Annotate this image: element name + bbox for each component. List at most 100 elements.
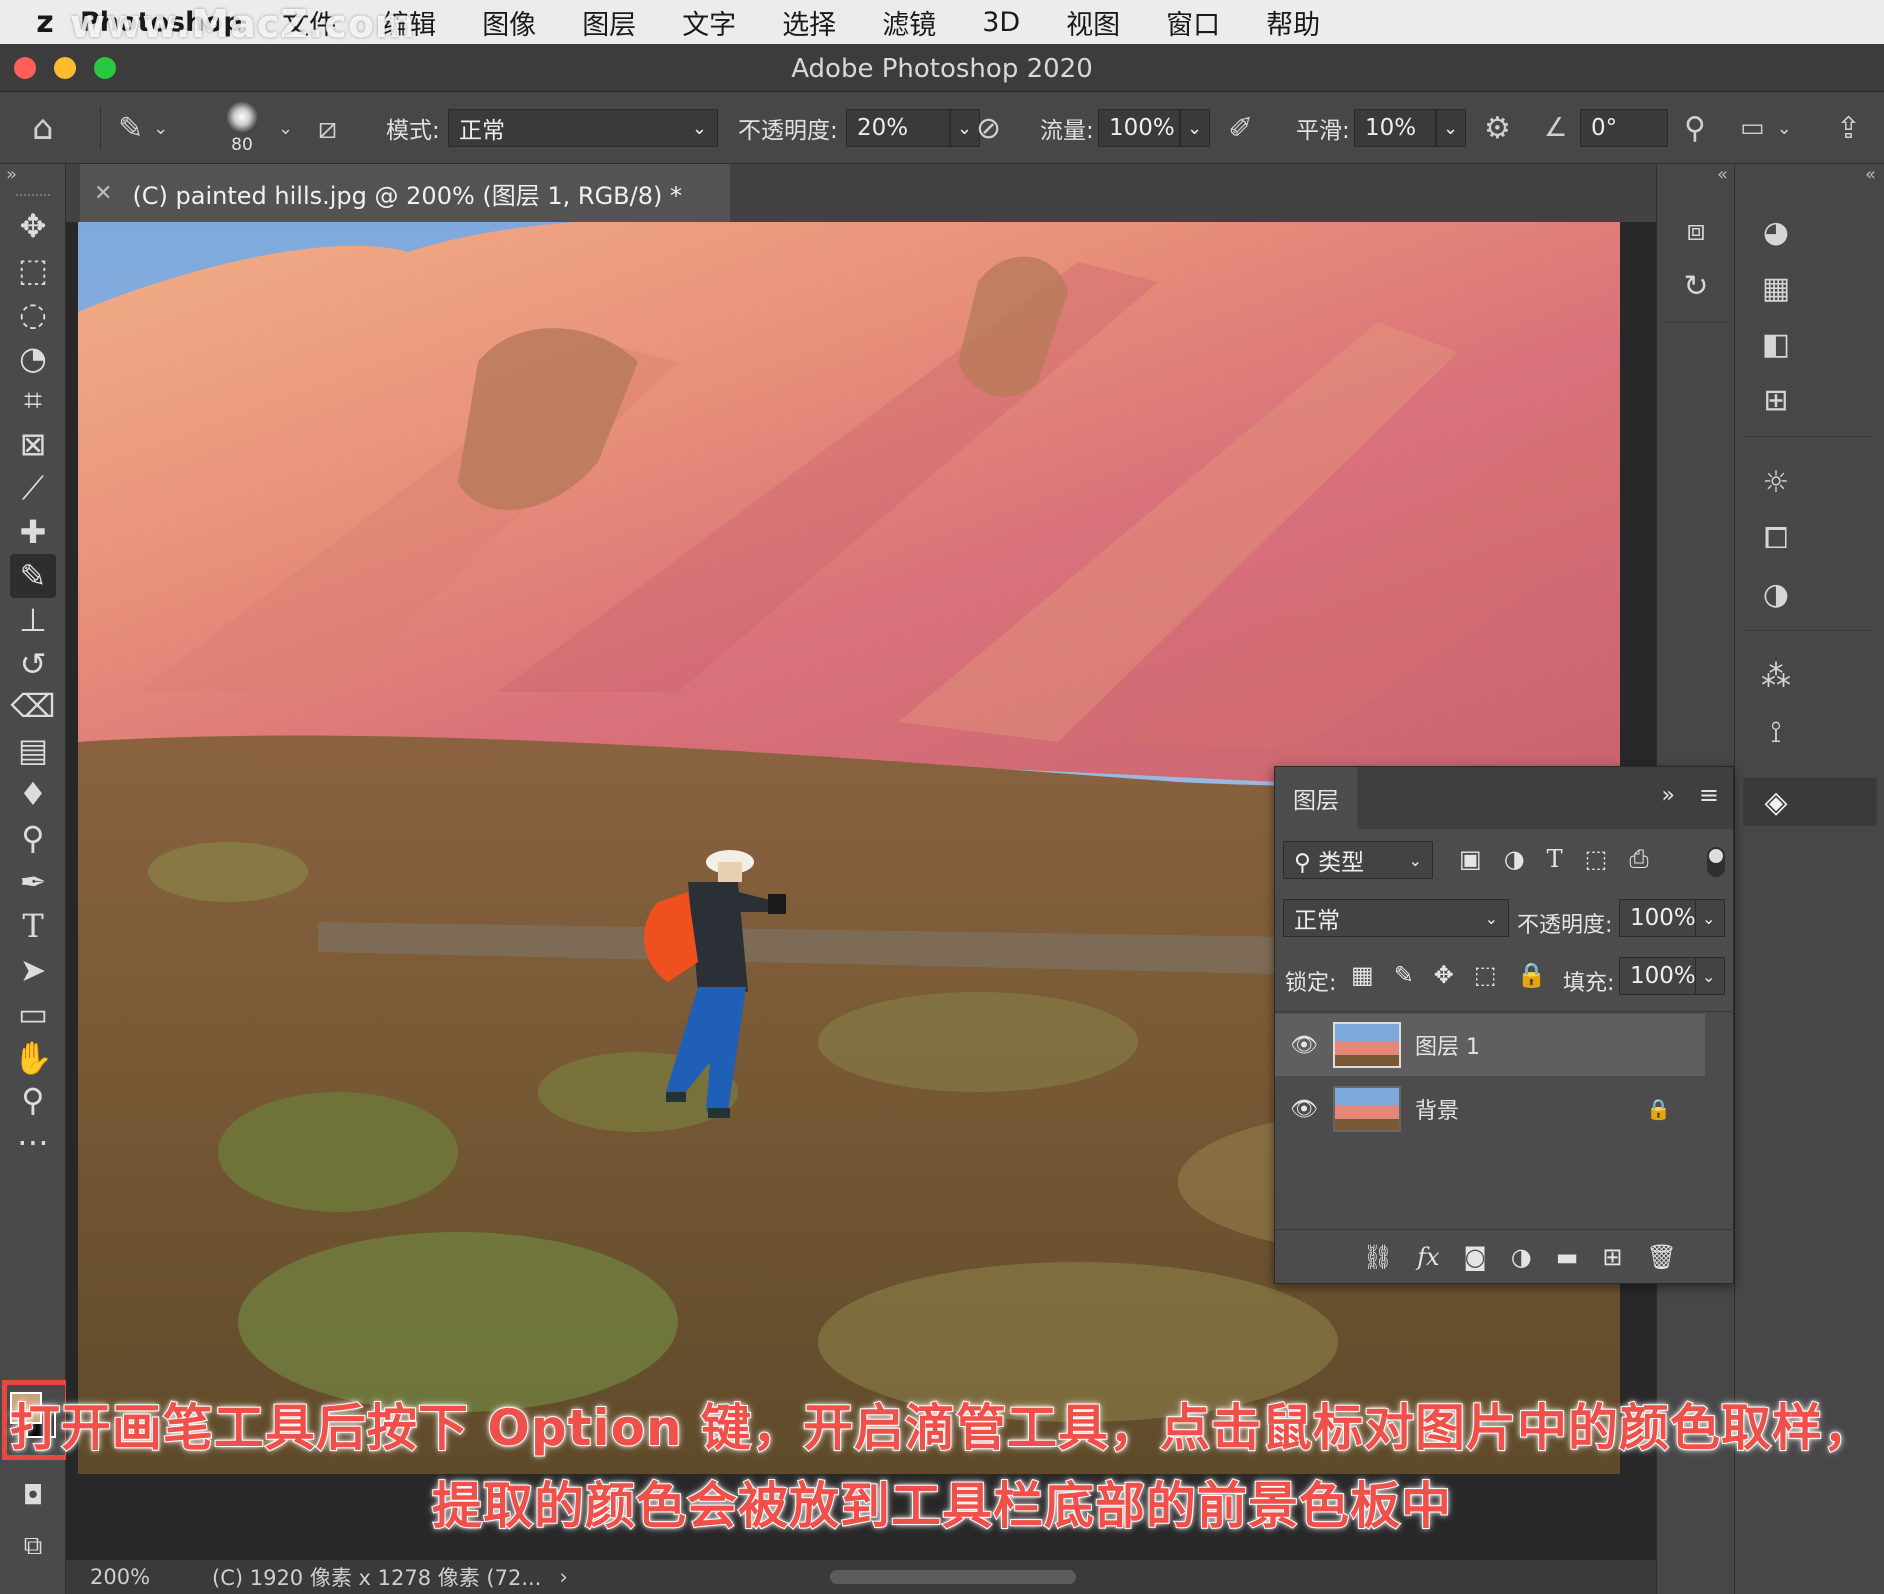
- layer-row-layer-1[interactable]: 👁 图层 1: [1275, 1014, 1705, 1076]
- menu-edit[interactable]: 编辑: [382, 3, 436, 42]
- shape-filter-icon[interactable]: ⬚: [1585, 845, 1608, 873]
- eyedropper-tool-icon[interactable]: ⟋: [10, 466, 56, 510]
- smoothing-dropdown[interactable]: ⌄: [1436, 109, 1466, 147]
- menu-type[interactable]: 文字: [682, 3, 736, 42]
- new-group-icon[interactable]: ▬: [1556, 1243, 1579, 1271]
- trash-icon[interactable]: 🗑: [1647, 1243, 1677, 1271]
- eraser-tool-icon[interactable]: ⌫: [10, 684, 56, 728]
- lock-position-icon[interactable]: ✥: [1434, 961, 1454, 989]
- gradient-tool-icon[interactable]: ▤: [10, 728, 56, 772]
- status-chevron-icon[interactable]: ›: [559, 1565, 567, 1589]
- share-icon[interactable]: ⇪: [1836, 92, 1861, 164]
- patterns-icon[interactable]: ⊞: [1751, 378, 1801, 422]
- opacity-input[interactable]: 20%: [846, 109, 950, 147]
- menu-select[interactable]: 选择: [782, 3, 836, 42]
- healing-brush-tool-icon[interactable]: ✚: [10, 510, 56, 554]
- crop-tool-icon[interactable]: ⌗: [10, 378, 56, 422]
- brush-tool-icon[interactable]: ✎: [10, 554, 56, 598]
- blend-mode-select[interactable]: 正常 ⌄: [1283, 899, 1509, 937]
- menu-layer[interactable]: 图层: [582, 3, 636, 42]
- gradients-icon[interactable]: ◧: [1751, 322, 1801, 366]
- learn-icon[interactable]: ☼: [1751, 460, 1801, 504]
- hand-tool-icon[interactable]: ✋: [10, 1036, 56, 1080]
- lock-image-icon[interactable]: ✎: [1394, 961, 1414, 989]
- visibility-eye-icon[interactable]: 👁: [1275, 1033, 1333, 1058]
- color-palette-icon[interactable]: ◕: [1751, 210, 1801, 254]
- new-adjustment-layer-icon[interactable]: ◑: [1511, 1243, 1532, 1271]
- channels-icon[interactable]: ⁂: [1751, 654, 1801, 698]
- brush-preset-icon[interactable]: ✎ ⌄: [118, 92, 168, 164]
- clone-stamp-tool-icon[interactable]: ⊥: [10, 598, 56, 642]
- history-icon[interactable]: ↻: [1671, 264, 1721, 308]
- close-tab-icon[interactable]: ✕: [94, 181, 112, 206]
- layers-dock-tab[interactable]: ◈: [1743, 778, 1877, 826]
- libraries-icon[interactable]: ⧠: [1751, 516, 1801, 560]
- blur-tool-icon[interactable]: ♦: [10, 772, 56, 816]
- menu-file[interactable]: 文件: [282, 3, 336, 42]
- pen-tool-icon[interactable]: ✒: [10, 860, 56, 904]
- fill-input[interactable]: 100%: [1619, 957, 1697, 995]
- menu-image[interactable]: 图像: [482, 3, 536, 42]
- new-layer-icon[interactable]: ⊞: [1602, 1243, 1622, 1271]
- search-icon[interactable]: ⚲: [1684, 92, 1706, 164]
- apple-menu-icon[interactable]: z: [22, 0, 68, 44]
- lasso-tool-icon[interactable]: ◌: [10, 292, 56, 336]
- rectangle-tool-icon[interactable]: ▭: [10, 992, 56, 1036]
- brush-size-picker[interactable]: 80: [226, 92, 258, 164]
- path-select-tool-icon[interactable]: ➤: [10, 948, 56, 992]
- dodge-tool-icon[interactable]: ⚲: [10, 816, 56, 860]
- airbrush-icon[interactable]: ✐: [1228, 92, 1253, 164]
- flow-input[interactable]: 100%: [1098, 109, 1180, 147]
- fx-icon[interactable]: fx: [1417, 1243, 1439, 1271]
- lock-transparent-icon[interactable]: ▦: [1351, 961, 1374, 989]
- lock-all-icon[interactable]: 🔒: [1517, 961, 1547, 989]
- horizontal-scrollbar[interactable]: [830, 1570, 1076, 1584]
- smart-object-filter-icon[interactable]: ⎙: [1629, 845, 1648, 873]
- layer-opacity-input[interactable]: 100%: [1619, 899, 1697, 937]
- move-tool-icon[interactable]: ✥: [10, 204, 56, 248]
- marquee-tool-icon[interactable]: ⬚: [10, 248, 56, 292]
- flow-dropdown[interactable]: ⌄: [1180, 109, 1210, 147]
- link-layers-icon[interactable]: ⛓: [1363, 1243, 1393, 1271]
- layer-row-background[interactable]: 👁 背景 🔒: [1275, 1078, 1705, 1140]
- fill-dropdown[interactable]: ⌄: [1695, 957, 1725, 995]
- menu-help[interactable]: 帮助: [1266, 3, 1320, 42]
- menu-window[interactable]: 窗口: [1166, 3, 1220, 42]
- layers-tab[interactable]: 图层: [1275, 767, 1357, 829]
- add-mask-icon[interactable]: ◙: [1463, 1243, 1486, 1271]
- angle-input[interactable]: 0°: [1580, 109, 1668, 147]
- collapse-panels-icon[interactable]: «: [1865, 164, 1876, 185]
- layer-opacity-dropdown[interactable]: ⌄: [1695, 899, 1725, 937]
- zoom-tool-icon[interactable]: ⚲: [10, 1078, 56, 1122]
- collapse-panel-icon[interactable]: »: [1662, 783, 1675, 808]
- type-tool-icon[interactable]: T: [10, 904, 56, 948]
- filter-kind-select[interactable]: ⚲ 类型 ⌄: [1283, 841, 1433, 879]
- menu-view[interactable]: 视图: [1066, 3, 1120, 42]
- filter-toggle[interactable]: [1707, 847, 1725, 877]
- panel-menu-icon[interactable]: ≡: [1699, 781, 1719, 809]
- 3d-icon[interactable]: ⧈: [1671, 208, 1721, 252]
- menu-filter[interactable]: 滤镜: [882, 3, 936, 42]
- pixel-filter-icon[interactable]: ▣: [1459, 845, 1482, 873]
- gear-icon[interactable]: ⚙: [1484, 92, 1511, 164]
- type-filter-icon[interactable]: T: [1547, 845, 1563, 873]
- more-tools-icon[interactable]: ⋯: [10, 1120, 56, 1164]
- frame-tool-icon[interactable]: ⊠: [10, 422, 56, 466]
- mode-select[interactable]: 正常 ⌄: [448, 109, 718, 147]
- smoothing-input[interactable]: 10%: [1354, 109, 1436, 147]
- brush-size-chevron-icon[interactable]: ⌄: [278, 92, 293, 164]
- quick-select-tool-icon[interactable]: ◔: [10, 336, 56, 380]
- menu-3d[interactable]: 3D: [982, 7, 1020, 38]
- workspace-icon[interactable]: ▭ ⌄: [1740, 92, 1792, 164]
- history-brush-tool-icon[interactable]: ↺: [10, 642, 56, 686]
- document-tab[interactable]: ✕ (C) painted hills.jpg @ 200% (图层 1, RG…: [80, 164, 730, 222]
- paths-icon[interactable]: ⟟: [1751, 710, 1801, 754]
- app-menu[interactable]: Photoshop: [80, 7, 242, 38]
- brush-settings-panel-icon[interactable]: ⧄: [318, 92, 337, 164]
- zoom-level[interactable]: 200%: [90, 1565, 180, 1589]
- visibility-eye-icon[interactable]: 👁: [1275, 1097, 1333, 1122]
- expand-toolbar-icon[interactable]: »: [6, 164, 17, 185]
- adjustment-filter-icon[interactable]: ◑: [1504, 845, 1525, 873]
- swatches-icon[interactable]: ▦: [1751, 266, 1801, 310]
- pressure-opacity-icon[interactable]: ⊘: [976, 92, 1001, 164]
